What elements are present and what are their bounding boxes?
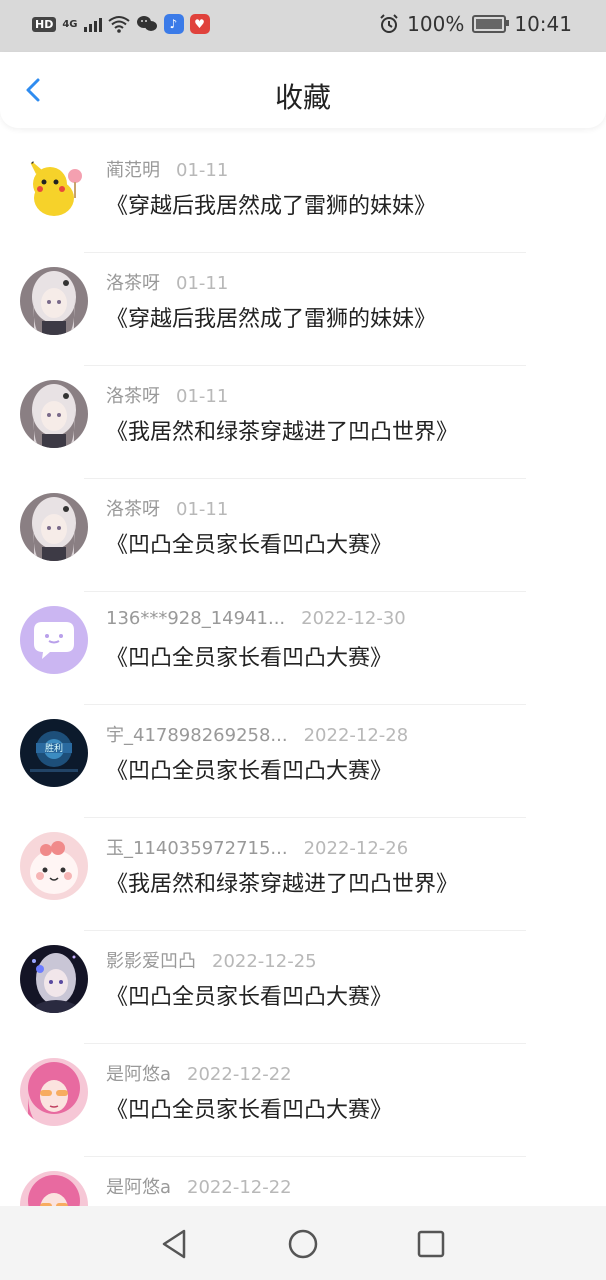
- nav-recents-icon[interactable]: [413, 1226, 449, 1262]
- item-meta: 玉_114035972715... 2022-12-26: [106, 834, 408, 860]
- avatar[interactable]: [20, 1058, 88, 1126]
- item-meta: 蔺范明 01-11: [106, 156, 228, 182]
- battery-icon: [472, 15, 510, 33]
- heart-app-icon: ♥: [189, 14, 210, 34]
- nav-home-icon[interactable]: [285, 1226, 321, 1262]
- list-item[interactable]: 影影爱凹凸 2022-12-25 《凹凸全员家长看凹凸大赛》: [0, 931, 606, 1044]
- status-right: 100% 10:41: [379, 12, 572, 36]
- list-item[interactable]: 胜利 宇_417898269258... 2022-12-28 《凹凸全员家长看凹凸大…: [0, 705, 606, 818]
- item-meta: 洛茶呀 01-11: [106, 382, 228, 408]
- wechat-icon: [136, 16, 157, 31]
- item-meta: 宇_417898269258... 2022-12-28: [106, 721, 408, 747]
- user-name: 玉_114035972715...: [106, 838, 288, 859]
- list-item[interactable]: 洛茶呀 01-11 《凹凸全员家长看凹凸大赛》: [0, 479, 606, 592]
- item-date: 01-11: [176, 273, 229, 294]
- item-date: 2022-12-22: [187, 1064, 292, 1085]
- avatar[interactable]: [20, 606, 88, 674]
- list-item[interactable]: 136***928_14941... 2022-12-30 《凹凸全员家长看凹凸大赛…: [0, 592, 606, 705]
- list-item[interactable]: 是阿悠a 2022-12-22: [0, 1157, 606, 1206]
- list-item[interactable]: 玉_114035972715... 2022-12-26 《我居然和绿茶穿越进了凹凸…: [0, 818, 606, 931]
- battery-percent: 100%: [407, 12, 465, 36]
- signal-icon: [83, 16, 102, 32]
- item-date: 01-11: [176, 499, 229, 520]
- favorites-list: 蔺范明 01-11 《穿越后我居然成了雷狮的妹妹》 洛茶呀 01-11 《穿越后我居然成了…: [0, 140, 606, 1206]
- list-item[interactable]: 蔺范明 01-11 《穿越后我居然成了雷狮的妹妹》: [0, 140, 606, 253]
- item-meta: 136***928_14941... 2022-12-30: [106, 608, 406, 629]
- avatar[interactable]: [20, 267, 88, 335]
- book-title: 《穿越后我居然成了雷狮的妹妹》: [106, 307, 437, 332]
- user-name: 蔺范明: [106, 160, 160, 181]
- item-date: 2022-12-25: [212, 951, 317, 972]
- user-name: 是阿悠a: [106, 1177, 172, 1198]
- user-name: 洛茶呀: [106, 386, 160, 407]
- user-name: 影影爱凹凸: [106, 951, 196, 972]
- book-title: 《凹凸全员家长看凹凸大赛》: [106, 646, 393, 671]
- status-bar: HD 4G ♪ ♥ 100% 10:41: [0, 0, 606, 52]
- item-meta: 是阿悠a 2022-12-22: [106, 1173, 292, 1199]
- book-title: 《凹凸全员家长看凹凸大赛》: [106, 533, 393, 558]
- user-name: 宇_417898269258...: [106, 725, 288, 746]
- list-item[interactable]: 是阿悠a 2022-12-22 《凹凸全员家长看凹凸大赛》: [0, 1044, 606, 1157]
- avatar[interactable]: [20, 380, 88, 448]
- user-name: 是阿悠a: [106, 1064, 172, 1085]
- item-date: 2022-12-26: [303, 838, 409, 859]
- list-item[interactable]: 洛茶呀 01-11 《穿越后我居然成了雷狮的妹妹》: [0, 253, 606, 366]
- item-date: 01-11: [176, 386, 229, 407]
- book-title: 《凹凸全员家长看凹凸大赛》: [106, 759, 393, 784]
- hd-badge: HD: [32, 16, 57, 32]
- book-title: 《我居然和绿茶穿越进了凹凸世界》: [106, 420, 459, 445]
- avatar[interactable]: [20, 945, 88, 1013]
- wifi-icon: [107, 16, 130, 33]
- avatar[interactable]: 胜利: [20, 719, 88, 787]
- item-meta: 洛茶呀 01-11: [106, 495, 228, 521]
- list-item[interactable]: 洛茶呀 01-11 《我居然和绿茶穿越进了凹凸世界》: [0, 366, 606, 479]
- avatar[interactable]: [20, 1171, 88, 1206]
- music-app-icon: ♪: [163, 14, 184, 34]
- book-title: 《凹凸全员家长看凹凸大赛》: [106, 1098, 393, 1123]
- nav-back-icon[interactable]: [156, 1226, 192, 1262]
- item-meta: 影影爱凹凸 2022-12-25: [106, 947, 317, 973]
- status-left: HD 4G ♪ ♥: [32, 14, 210, 34]
- user-name: 136***928_14941...: [106, 608, 286, 629]
- item-meta: 是阿悠a 2022-12-22: [106, 1060, 292, 1086]
- page-title: 收藏: [274, 81, 331, 114]
- clock: 10:41: [514, 12, 572, 36]
- avatar[interactable]: [20, 154, 88, 222]
- book-title: 《穿越后我居然成了雷狮的妹妹》: [106, 194, 437, 219]
- svg-text:胜利: 胜利: [45, 742, 63, 754]
- item-date: 2022-12-30: [301, 608, 406, 629]
- alarm-icon: [380, 14, 398, 33]
- user-name: 洛茶呀: [106, 499, 160, 520]
- item-date: 2022-12-28: [303, 725, 409, 746]
- book-title: 《凹凸全员家长看凹凸大赛》: [106, 985, 393, 1010]
- app-header: 收藏: [0, 52, 606, 128]
- avatar[interactable]: [20, 493, 88, 561]
- user-name: 洛茶呀: [106, 273, 160, 294]
- system-nav-bar: [0, 1206, 606, 1280]
- book-title: 《我居然和绿茶穿越进了凹凸世界》: [106, 872, 459, 897]
- item-date: 01-11: [176, 160, 229, 181]
- avatar[interactable]: [20, 832, 88, 900]
- item-meta: 洛茶呀 01-11: [106, 269, 228, 295]
- network-type: 4G: [62, 18, 78, 30]
- item-date: 2022-12-22: [187, 1177, 292, 1198]
